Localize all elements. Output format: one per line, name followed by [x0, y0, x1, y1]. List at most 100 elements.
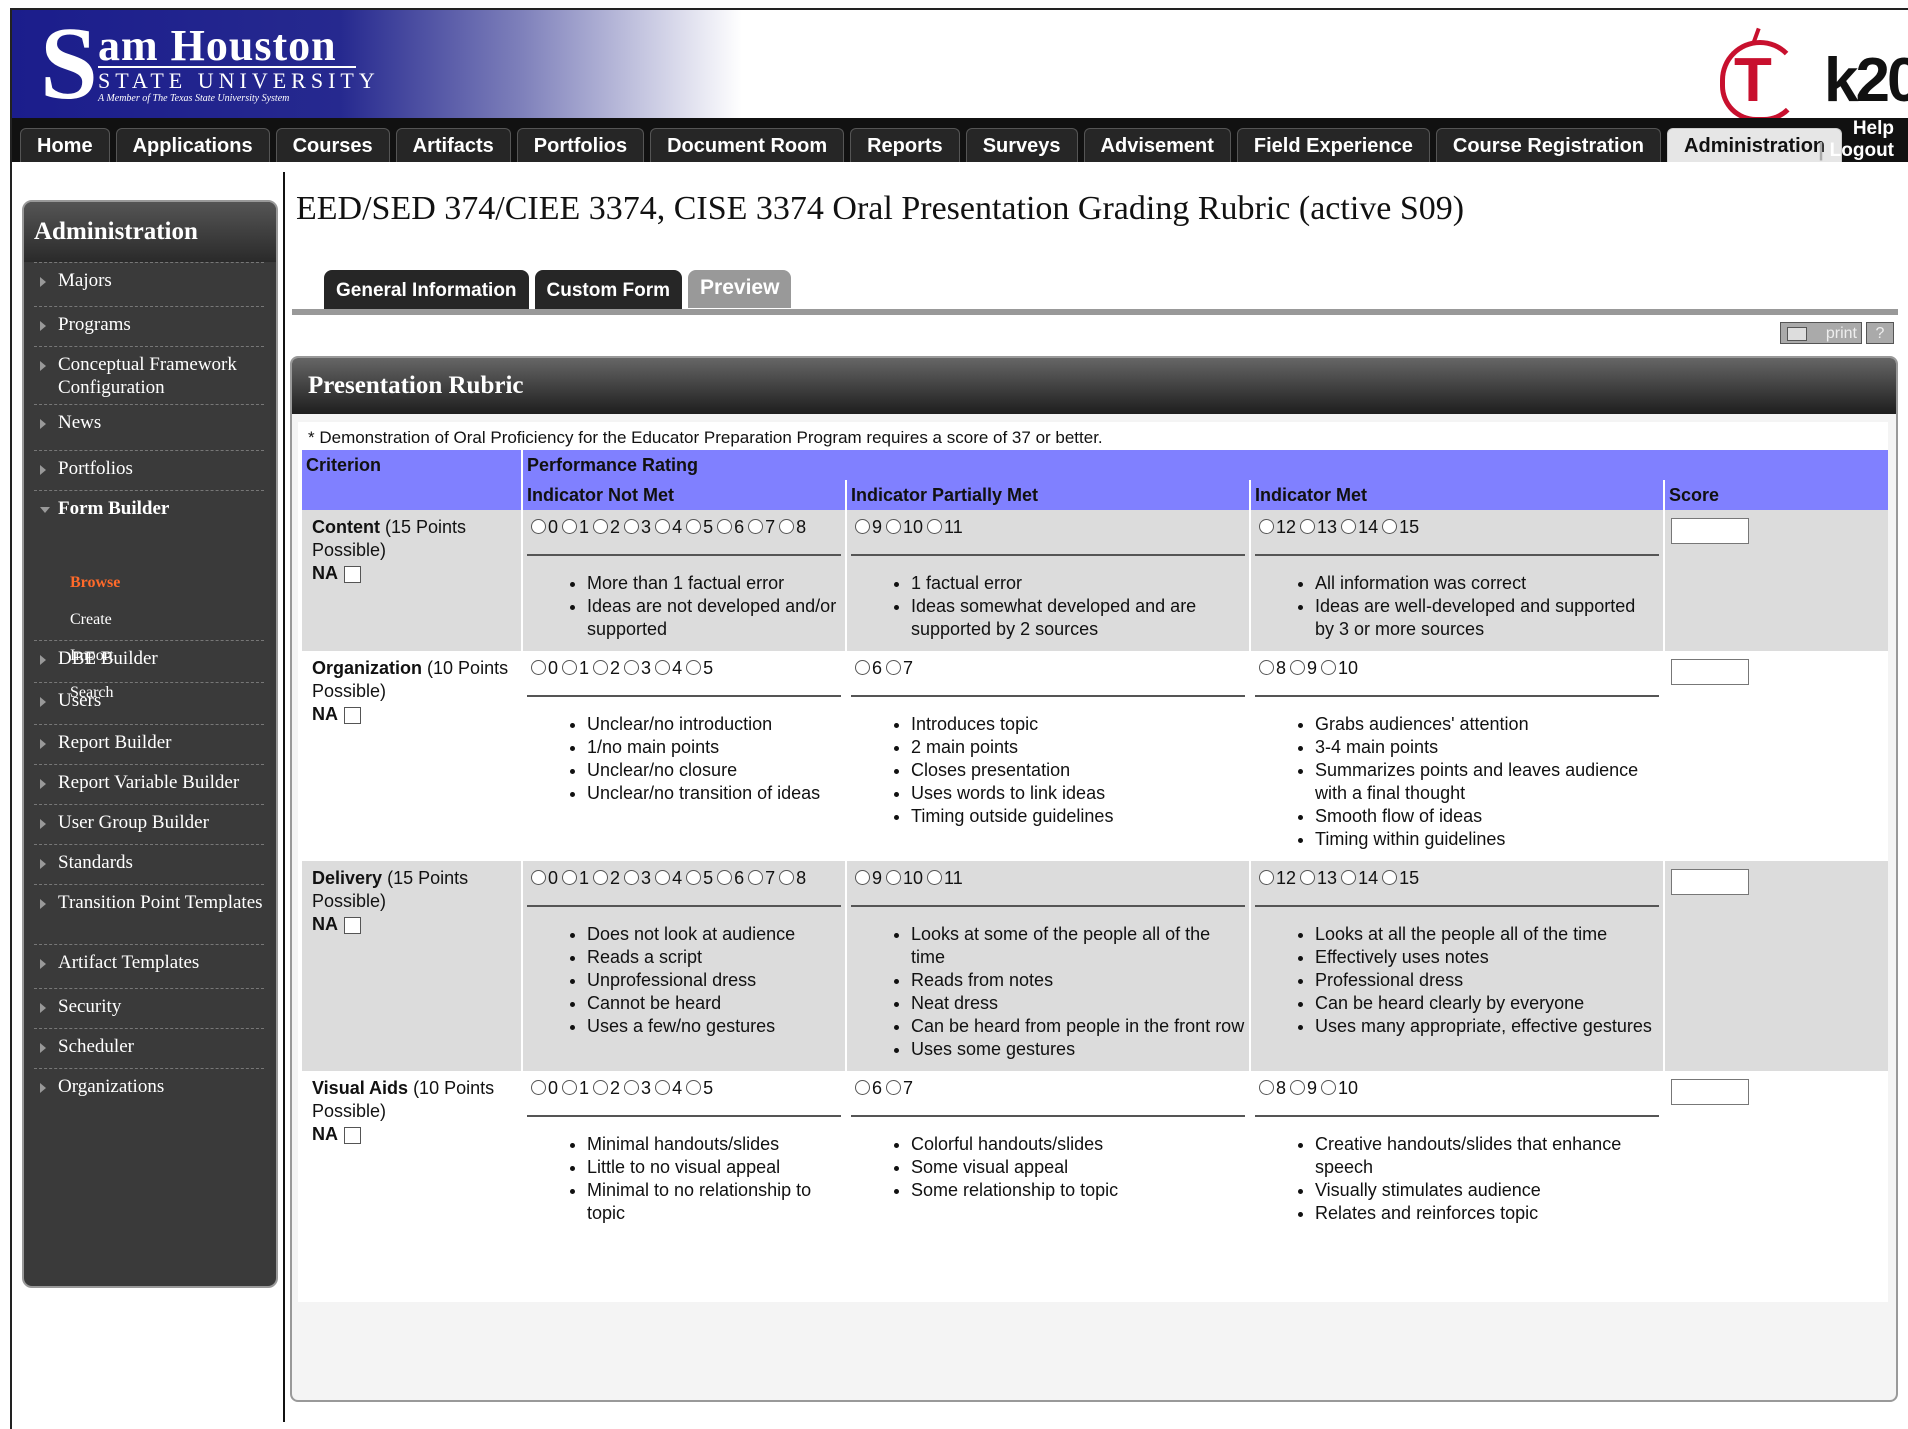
sidebar-item-artifact-templates[interactable]: Artifact Templates	[34, 944, 264, 980]
radio-circle-icon[interactable]	[686, 660, 702, 675]
score-radio-15[interactable]: 15	[1382, 865, 1419, 891]
score-radio-6[interactable]: 6	[855, 1075, 882, 1101]
score-radio-8[interactable]: 8	[779, 865, 806, 891]
sidebar-subitem-search[interactable]: Search	[70, 684, 114, 702]
sidebar-item-majors[interactable]: Majors	[34, 262, 264, 298]
score-radio-6[interactable]: 6	[855, 655, 882, 681]
score-radio-0[interactable]: 0	[531, 1075, 558, 1101]
radio-circle-icon[interactable]	[655, 660, 671, 675]
score-radio-0[interactable]: 0	[531, 865, 558, 891]
radio-circle-icon[interactable]	[1300, 519, 1316, 534]
score-radio-2[interactable]: 2	[593, 655, 620, 681]
score-radio-8[interactable]: 8	[1259, 1075, 1286, 1101]
nav-tab-applications[interactable]: Applications	[115, 128, 270, 162]
score-radio-9[interactable]: 9	[855, 514, 882, 540]
score-radio-9[interactable]: 9	[1290, 655, 1317, 681]
na-checkbox[interactable]	[344, 916, 361, 934]
radio-circle-icon[interactable]	[531, 870, 546, 885]
sidebar-subitem-create[interactable]: Create	[70, 611, 112, 629]
radio-circle-icon[interactable]	[686, 1080, 702, 1095]
score-radio-5[interactable]: 5	[686, 514, 713, 540]
sidebar-item-transition-point-templates[interactable]: Transition Point Templates	[34, 884, 264, 920]
score-radio-3[interactable]: 3	[624, 1075, 651, 1101]
help-button[interactable]: ?	[1866, 322, 1894, 344]
score-radio-5[interactable]: 5	[686, 655, 713, 681]
tab-custom-form[interactable]: Custom Form	[534, 270, 683, 310]
score-radio-1[interactable]: 1	[562, 655, 589, 681]
radio-circle-icon[interactable]	[855, 660, 870, 675]
score-radio-6[interactable]: 6	[717, 514, 744, 540]
score-radio-4[interactable]: 4	[655, 655, 682, 681]
sidebar-item-security[interactable]: Security	[34, 988, 264, 1024]
nav-tab-courses[interactable]: Courses	[275, 128, 390, 162]
score-input[interactable]	[1671, 869, 1749, 895]
radio-circle-icon[interactable]	[1321, 1080, 1337, 1095]
nav-tab-surveys[interactable]: Surveys	[965, 128, 1078, 162]
university-logo[interactable]: S am Houston STATE UNIVERSITY A Member o…	[12, 10, 742, 118]
score-radio-13[interactable]: 13	[1300, 514, 1337, 540]
radio-circle-icon[interactable]	[593, 519, 609, 534]
radio-circle-icon[interactable]	[748, 519, 764, 534]
score-radio-13[interactable]: 13	[1300, 865, 1337, 891]
nav-tab-document-room[interactable]: Document Room	[650, 128, 845, 162]
radio-circle-icon[interactable]	[624, 1080, 640, 1095]
nav-tab-administration[interactable]: Administration	[1667, 128, 1843, 162]
radio-circle-icon[interactable]	[927, 870, 943, 885]
help-link[interactable]: Help	[1818, 118, 1894, 140]
radio-circle-icon[interactable]	[717, 870, 733, 885]
radio-circle-icon[interactable]	[1290, 1080, 1306, 1095]
score-radio-14[interactable]: 14	[1341, 514, 1378, 540]
score-radio-10[interactable]: 10	[886, 514, 923, 540]
radio-circle-icon[interactable]	[855, 519, 870, 534]
radio-circle-icon[interactable]	[1259, 870, 1274, 885]
score-radio-10[interactable]: 10	[1321, 1075, 1358, 1101]
score-radio-2[interactable]: 2	[593, 1075, 620, 1101]
score-radio-1[interactable]: 1	[562, 865, 589, 891]
sidebar-item-users[interactable]: Users	[34, 682, 264, 718]
radio-circle-icon[interactable]	[1259, 660, 1274, 675]
na-checkbox[interactable]	[344, 1126, 361, 1144]
radio-circle-icon[interactable]	[779, 870, 795, 885]
radio-circle-icon[interactable]	[1259, 1080, 1274, 1095]
radio-circle-icon[interactable]	[1382, 519, 1398, 534]
sidebar-subitem-browse[interactable]: Browse	[70, 574, 120, 592]
score-radio-2[interactable]: 2	[593, 514, 620, 540]
radio-circle-icon[interactable]	[886, 660, 902, 675]
nav-tab-reports[interactable]: Reports	[850, 128, 960, 162]
sidebar-item-standards[interactable]: Standards	[34, 844, 264, 880]
sidebar-item-report-builder[interactable]: Report Builder	[34, 724, 264, 760]
radio-circle-icon[interactable]	[927, 519, 943, 534]
radio-circle-icon[interactable]	[593, 660, 609, 675]
score-radio-1[interactable]: 1	[562, 1075, 589, 1101]
logout-link[interactable]: Logout	[1830, 140, 1894, 161]
print-button[interactable]: print	[1780, 322, 1862, 344]
nav-tab-portfolios[interactable]: Portfolios	[516, 128, 645, 162]
score-radio-4[interactable]: 4	[655, 514, 682, 540]
radio-circle-icon[interactable]	[886, 870, 902, 885]
radio-circle-icon[interactable]	[1300, 870, 1316, 885]
score-radio-4[interactable]: 4	[655, 1075, 682, 1101]
tab-preview[interactable]: Preview	[688, 270, 792, 308]
radio-circle-icon[interactable]	[1290, 660, 1306, 675]
score-radio-10[interactable]: 10	[1321, 655, 1358, 681]
radio-circle-icon[interactable]	[779, 519, 795, 534]
score-radio-10[interactable]: 10	[886, 865, 923, 891]
score-radio-15[interactable]: 15	[1382, 514, 1419, 540]
radio-circle-icon[interactable]	[593, 1080, 609, 1095]
radio-circle-icon[interactable]	[593, 870, 609, 885]
score-radio-11[interactable]: 11	[927, 514, 963, 540]
score-radio-2[interactable]: 2	[593, 865, 620, 891]
sidebar-item-conceptual-framework-configuration[interactable]: Conceptual Framework Configuration	[34, 346, 264, 405]
sidebar-item-user-group-builder[interactable]: User Group Builder	[34, 804, 264, 840]
sidebar-item-report-variable-builder[interactable]: Report Variable Builder	[34, 764, 264, 800]
radio-circle-icon[interactable]	[748, 870, 764, 885]
radio-circle-icon[interactable]	[562, 519, 578, 534]
nav-tab-field-experience[interactable]: Field Experience	[1236, 128, 1430, 162]
score-radio-1[interactable]: 1	[562, 514, 589, 540]
score-radio-0[interactable]: 0	[531, 514, 558, 540]
sidebar-item-form-builder[interactable]: Form Builder	[34, 490, 264, 526]
radio-circle-icon[interactable]	[886, 1080, 902, 1095]
score-radio-9[interactable]: 9	[1290, 1075, 1317, 1101]
score-radio-8[interactable]: 8	[1259, 655, 1286, 681]
radio-circle-icon[interactable]	[562, 1080, 578, 1095]
